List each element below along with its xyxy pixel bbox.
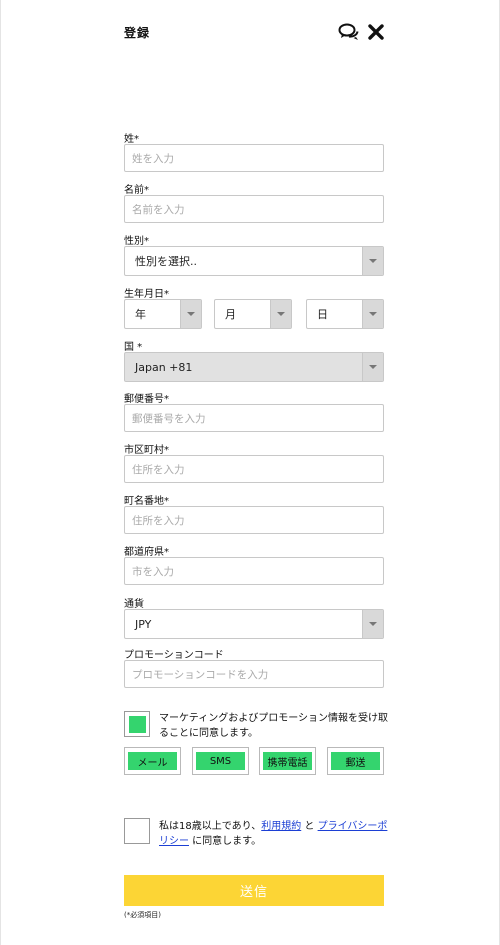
birth-day-value: 日 xyxy=(317,308,328,321)
country-label: 国 * xyxy=(124,342,143,353)
channel-post-label: 郵送 xyxy=(331,752,380,770)
street-placeholder: 住所を入力 xyxy=(132,514,185,527)
currency-value: JPY xyxy=(135,617,152,631)
prefecture-placeholder: 市を入力 xyxy=(132,565,174,578)
submit-button[interactable]: 送信 xyxy=(124,875,384,906)
postal-code-placeholder: 郵便番号を入力 xyxy=(132,412,206,425)
channel-sms-toggle[interactable]: SMS xyxy=(192,747,249,775)
city-input[interactable]: 住所を入力 xyxy=(124,455,384,483)
promo-code-placeholder: プロモーションコードを入力 xyxy=(132,668,269,681)
chevron-down-icon[interactable] xyxy=(362,300,383,328)
promo-code-input[interactable]: プロモーションコードを入力 xyxy=(124,660,384,688)
birthdate-label: 生年月日* xyxy=(124,289,169,300)
marketing-consent-checkbox[interactable] xyxy=(124,711,150,737)
age-terms-conjunction: と xyxy=(301,821,318,832)
first-name-input[interactable]: 名前を入力 xyxy=(124,195,384,223)
postal-code-label: 郵便番号* xyxy=(124,394,169,405)
postal-code-input[interactable]: 郵便番号を入力 xyxy=(124,404,384,432)
gender-label: 性別* xyxy=(124,236,149,247)
chevron-down-icon[interactable] xyxy=(362,247,383,275)
age-terms-suffix: に同意します。 xyxy=(189,836,262,847)
prefecture-input[interactable]: 市を入力 xyxy=(124,557,384,585)
channel-mobile-toggle[interactable]: 携帯電話 xyxy=(259,747,316,775)
birth-day-select[interactable]: 日 xyxy=(306,299,384,329)
header: 登録 xyxy=(124,22,384,44)
age-terms-text: 私は18歳以上であり、利用規約 と プライバシーポリシー に同意します。 xyxy=(159,819,389,849)
gender-select[interactable]: 性別を選択.. xyxy=(124,246,384,276)
last-name-placeholder: 姓を入力 xyxy=(132,152,174,165)
age-terms-checkbox[interactable] xyxy=(124,818,150,844)
page-title: 登録 xyxy=(124,26,151,40)
registration-panel: 登録 姓* 姓を入力 名前* 名前を入力 性別* 性別を選択.. 生年月日* 年… xyxy=(0,0,500,945)
chevron-down-icon[interactable] xyxy=(180,300,201,328)
currency-label: 通貨 xyxy=(124,599,144,610)
birth-year-value: 年 xyxy=(135,308,146,321)
checkbox-checked-indicator xyxy=(128,715,146,733)
currency-select[interactable]: JPY xyxy=(124,609,384,639)
channel-sms-label: SMS xyxy=(196,752,245,770)
terms-link[interactable]: 利用規約 xyxy=(261,821,301,832)
last-name-label: 姓* xyxy=(124,134,139,145)
country-select[interactable]: Japan +81 xyxy=(124,352,384,382)
street-label: 町名番地* xyxy=(124,496,169,507)
marketing-consent-text: マーケティングおよびプロモーション情報を受け取ることに同意します。 xyxy=(159,713,388,739)
chevron-down-icon[interactable] xyxy=(362,610,383,638)
birth-month-select[interactable]: 月 xyxy=(214,299,292,329)
channel-mobile-label: 携帯電話 xyxy=(263,752,312,770)
chevron-down-icon[interactable] xyxy=(270,300,291,328)
gender-value: 性別を選択.. xyxy=(135,255,197,268)
age-terms-prefix: 私は18歳以上であり、 xyxy=(159,821,262,832)
birthdate-selects: 年 月 日 xyxy=(124,299,384,329)
channel-email-label: メール xyxy=(128,752,177,770)
birth-month-value: 月 xyxy=(225,308,236,321)
promo-code-label: プロモーションコード xyxy=(124,650,224,661)
last-name-input[interactable]: 姓を入力 xyxy=(124,144,384,172)
chat-icon[interactable] xyxy=(338,22,360,42)
channel-email-toggle[interactable]: メール xyxy=(124,747,181,775)
first-name-placeholder: 名前を入力 xyxy=(132,203,185,216)
first-name-label: 名前* xyxy=(124,185,149,196)
chevron-down-icon[interactable] xyxy=(362,353,383,381)
required-fields-note: (*必須項目) xyxy=(124,911,161,919)
prefecture-label: 都道府県* xyxy=(124,547,169,558)
birth-year-select[interactable]: 年 xyxy=(124,299,202,329)
country-value: Japan +81 xyxy=(135,360,193,374)
channel-post-toggle[interactable]: 郵送 xyxy=(327,747,384,775)
city-placeholder: 住所を入力 xyxy=(132,463,185,476)
city-label: 市区町村* xyxy=(124,445,169,456)
close-icon[interactable] xyxy=(368,23,384,41)
street-input[interactable]: 住所を入力 xyxy=(124,506,384,534)
